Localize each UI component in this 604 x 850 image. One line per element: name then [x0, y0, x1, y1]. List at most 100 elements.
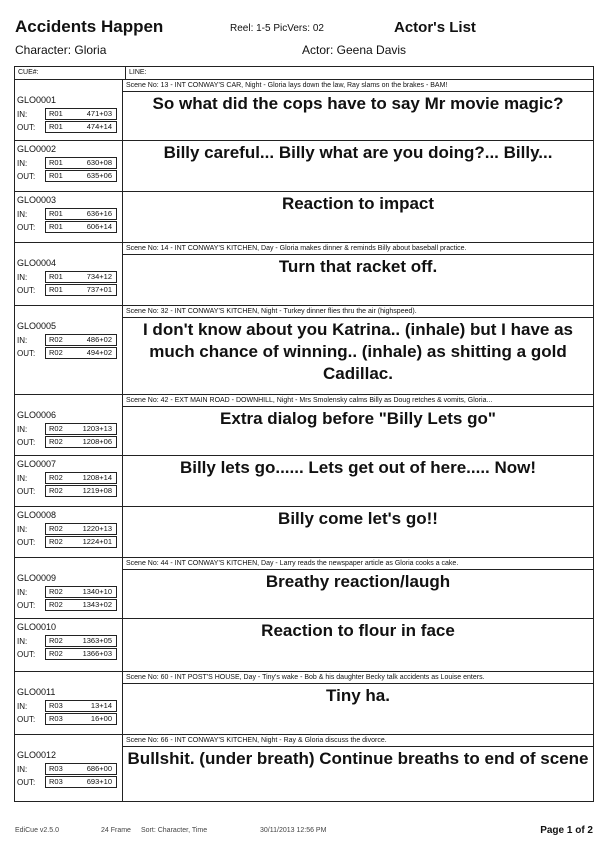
- scene-heading: Scene No: 66 - INT CONWAY'S KITCHEN, Nig…: [122, 735, 593, 747]
- sort-order: Sort: Character, Time: [141, 827, 208, 834]
- in-time: 734+12: [86, 272, 112, 281]
- cue-info-cell: GLO0006 IN: R02 1203+13 OUT: R02 1208+06: [15, 407, 123, 455]
- out-reel: R02: [49, 537, 63, 546]
- cue-row: GLO0005 IN: R02 486+02 OUT: R02 494+02 I don't …: [15, 318, 593, 395]
- in-reel: R02: [49, 473, 63, 482]
- out-reel: R03: [49, 714, 63, 723]
- out-time: 693+10: [86, 777, 112, 786]
- out-timecode-box: R01 737+01: [45, 284, 117, 296]
- in-time: 13+14: [90, 701, 112, 710]
- in-reel: R02: [49, 424, 63, 433]
- in-time: 630+08: [86, 158, 112, 167]
- out-timecode: OUT: R02 1208+06: [17, 436, 117, 448]
- out-timecode-box: R02 494+02: [45, 347, 117, 359]
- in-timecode: IN: R01 636+16: [17, 208, 117, 220]
- in-label: IN:: [17, 473, 28, 483]
- print-datetime: 30/11/2013 12:56 PM: [260, 827, 327, 834]
- cue-info-cell: GLO0008 IN: R02 1220+13 OUT: R02 1224+01: [15, 507, 123, 557]
- out-timecode: OUT: R02 494+02: [17, 347, 117, 359]
- in-timecode-box: R02 486+02: [45, 334, 117, 346]
- cue-row: GLO0009 IN: R02 1340+10 OUT: R02 1343+02 Breath…: [15, 570, 593, 619]
- out-label: OUT:: [17, 777, 36, 787]
- frame-rate: 24 Frame: [101, 827, 131, 834]
- out-time: 737+01: [86, 285, 112, 294]
- column-header-row: CUE#: LINE:: [15, 67, 593, 80]
- cue-info-cell: GLO0009 IN: R02 1340+10 OUT: R02 1343+02: [15, 570, 123, 618]
- out-timecode: OUT: R01 606+14: [17, 221, 117, 233]
- in-timecode-box: R02 1203+13: [45, 423, 117, 435]
- out-reel: R02: [49, 649, 63, 658]
- dialog-line: Reaction to impact: [281, 194, 435, 213]
- character-name: Character: Gloria: [15, 43, 107, 57]
- out-label: OUT:: [17, 600, 36, 610]
- in-reel: R03: [49, 764, 63, 773]
- out-timecode: OUT: R03 16+00: [17, 713, 117, 725]
- cue-row: GLO0008 IN: R02 1220+13 OUT: R02 1224+01 Billy …: [15, 507, 593, 558]
- out-time: 1366+03: [82, 649, 112, 658]
- in-timecode-box: R02 1208+14: [45, 472, 117, 484]
- in-time: 1203+13: [82, 424, 112, 433]
- dialog-line: Extra dialog before "Billy Lets go": [220, 409, 496, 428]
- in-label: IN:: [17, 424, 28, 434]
- in-timecode: IN: R01 471+03: [17, 108, 117, 120]
- cue-id: GLO0001: [17, 95, 57, 105]
- cue-id: GLO0006: [17, 410, 57, 420]
- cue-info-cell: GLO0004 IN: R01 734+12 OUT: R01 737+01: [15, 255, 123, 305]
- out-reel: R02: [49, 437, 63, 446]
- out-timecode: OUT: R02 1343+02: [17, 599, 117, 611]
- in-reel: R01: [49, 209, 63, 218]
- cue-info-cell: GLO0007 IN: R02 1208+14 OUT: R02 1219+08: [15, 456, 123, 506]
- cue-id: GLO0009: [17, 573, 57, 583]
- in-timecode-box: R03 686+00: [45, 763, 117, 775]
- out-timecode-box: R02 1208+06: [45, 436, 117, 448]
- in-timecode: IN: R03 686+00: [17, 763, 117, 775]
- out-timecode-box: R02 1343+02: [45, 599, 117, 611]
- out-timecode-box: R01 635+06: [45, 170, 117, 182]
- cue-row: GLO0010 IN: R02 1363+05 OUT: R02 1366+03 Reacti…: [15, 619, 593, 672]
- report-title: Accidents Happen: [15, 17, 164, 36]
- cue-id: GLO0011: [17, 687, 56, 697]
- cue-info-cell: GLO0002 IN: R01 630+08 OUT: R01 635+06: [15, 141, 123, 191]
- in-reel: R02: [49, 587, 63, 596]
- out-time: 606+14: [86, 222, 112, 231]
- in-timecode: IN: R02 1363+05: [17, 635, 117, 647]
- dialog-line: Billy lets go...... Lets get out of here…: [179, 458, 537, 477]
- scene-heading: Scene No: 32 - INT CONWAY'S KITCHEN, Nig…: [122, 306, 593, 318]
- cue-row: GLO0007 IN: R02 1208+14 OUT: R02 1219+08 Billy …: [15, 456, 593, 507]
- out-time: 16+00: [90, 714, 112, 723]
- cue-sheet-table: CUE#: LINE: Scene No: 13 - INT CONWAY'S …: [14, 66, 594, 802]
- cue-id: GLO0008: [17, 510, 57, 520]
- out-timecode-box: R02 1219+08: [45, 485, 117, 497]
- line-column-header: LINE:: [129, 69, 147, 76]
- out-label: OUT:: [17, 437, 36, 447]
- out-label: OUT:: [17, 348, 36, 358]
- cue-row: GLO0012 IN: R03 686+00 OUT: R03 693+10 Bullshit…: [15, 747, 593, 802]
- out-label: OUT:: [17, 171, 36, 181]
- out-timecode: OUT: R02 1366+03: [17, 648, 117, 660]
- in-reel: R01: [49, 158, 63, 167]
- out-label: OUT:: [17, 649, 36, 659]
- in-label: IN:: [17, 158, 28, 168]
- in-timecode-box: R03 13+14: [45, 700, 117, 712]
- in-reel: R02: [49, 636, 63, 645]
- out-timecode: OUT: R02 1224+01: [17, 536, 117, 548]
- out-label: OUT:: [17, 222, 36, 232]
- in-label: IN:: [17, 587, 28, 597]
- cue-id: GLO0005: [17, 321, 57, 331]
- actor-name: Actor: Geena Davis: [302, 43, 407, 57]
- scene-heading: Scene No: 44 - INT CONWAY'S KITCHEN, Day…: [122, 558, 593, 570]
- scene-heading: Scene No: 13 - INT CONWAY'S CAR, Night -…: [122, 80, 593, 92]
- out-timecode-box: R02 1224+01: [45, 536, 117, 548]
- out-timecode-box: R03 693+10: [45, 776, 117, 788]
- in-label: IN:: [17, 701, 28, 711]
- in-label: IN:: [17, 764, 28, 774]
- dialog-line: Billy careful... Billy what are you doin…: [163, 143, 553, 162]
- out-reel: R01: [49, 285, 63, 294]
- dialog-line: Turn that racket off.: [278, 257, 438, 276]
- in-time: 686+00: [86, 764, 112, 773]
- out-timecode: OUT: R01 737+01: [17, 284, 117, 296]
- in-time: 486+02: [86, 335, 112, 344]
- out-time: 1219+08: [82, 486, 112, 495]
- in-label: IN:: [17, 524, 28, 534]
- dialog-line: Breathy reaction/laugh: [265, 572, 451, 591]
